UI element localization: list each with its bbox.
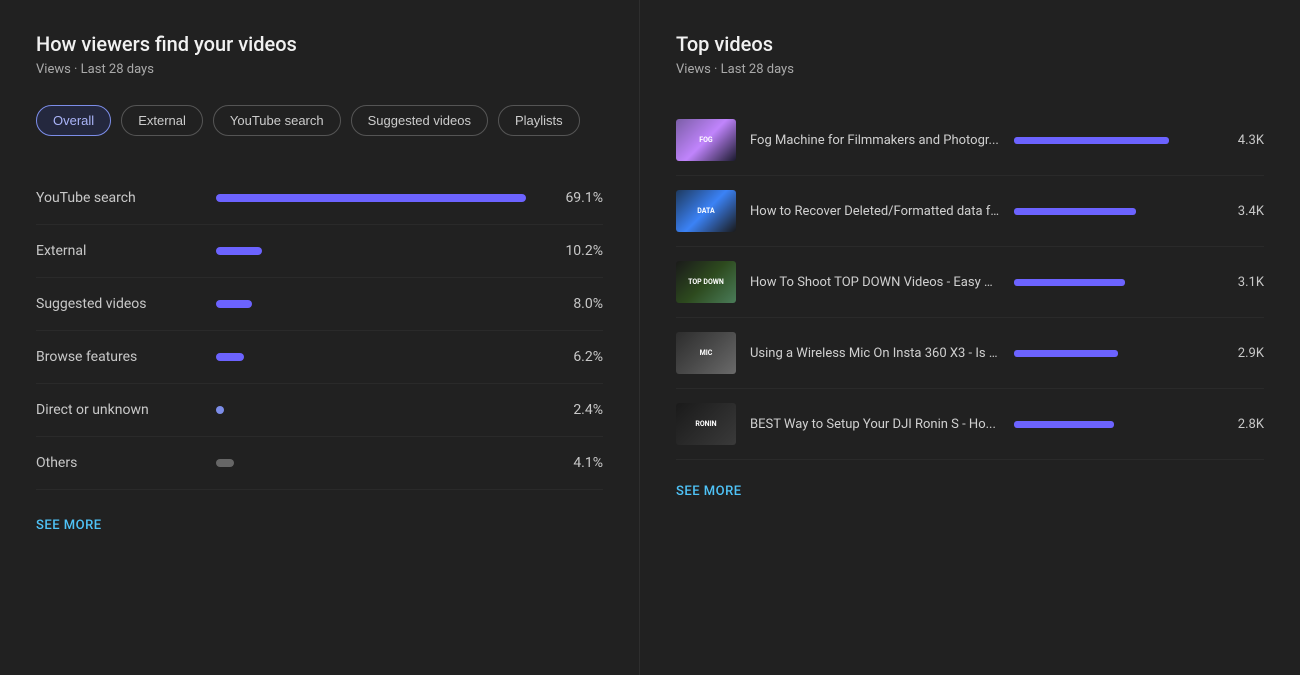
- right-panel-subtitle: Views · Last 28 days: [676, 62, 1264, 77]
- video-count-3: 2.9K: [1219, 346, 1264, 361]
- video-count-1: 3.4K: [1219, 204, 1264, 219]
- metric-percent-5: 4.1%: [553, 455, 603, 471]
- video-bar-container-0: [1014, 137, 1205, 144]
- metric-label-2: Suggested videos: [36, 296, 216, 312]
- metric-percent-1: 10.2%: [553, 243, 603, 259]
- left-panel: How viewers find your videos Views · Las…: [0, 0, 640, 675]
- video-thumb-0: FOG: [676, 119, 736, 161]
- video-bar-0: [1014, 137, 1169, 144]
- main-container: How viewers find your videos Views · Las…: [0, 0, 1300, 675]
- right-see-more[interactable]: SEE MORE: [676, 484, 1264, 499]
- video-row-4[interactable]: RONIN BEST Way to Setup Your DJI Ronin S …: [676, 389, 1264, 460]
- tab-suggested-videos[interactable]: Suggested videos: [351, 105, 488, 136]
- metric-label-3: Browse features: [36, 349, 216, 365]
- video-title-4: BEST Way to Setup Your DJI Ronin S - Ho.…: [750, 417, 1000, 432]
- video-row-1[interactable]: DATA How to Recover Deleted/Formatted dat…: [676, 176, 1264, 247]
- metric-row-4: Direct or unknown 2.4%: [36, 384, 603, 437]
- tab-overall[interactable]: Overall: [36, 105, 111, 136]
- video-title-1: How to Recover Deleted/Formatted data f.…: [750, 204, 1000, 219]
- video-bar-2: [1014, 279, 1125, 286]
- metric-bar-5: [216, 459, 234, 467]
- metric-bar-0: [216, 194, 526, 202]
- metric-list: YouTube search 69.1% External 10.2% Suggeste…: [36, 172, 603, 490]
- metric-label-4: Direct or unknown: [36, 402, 216, 418]
- right-panel-title: Top videos: [676, 32, 1264, 56]
- right-panel: Top videos Views · Last 28 days FOG Fog M…: [640, 0, 1300, 675]
- video-bar-container-4: [1014, 421, 1205, 428]
- video-count-0: 4.3K: [1219, 133, 1264, 148]
- video-bar-container-2: [1014, 279, 1205, 286]
- video-bar-container-1: [1014, 208, 1205, 215]
- tab-external[interactable]: External: [121, 105, 203, 136]
- metric-percent-3: 6.2%: [553, 349, 603, 365]
- metric-label-0: YouTube search: [36, 190, 216, 206]
- tab-playlists[interactable]: Playlists: [498, 105, 580, 136]
- left-see-more[interactable]: SEE MORE: [36, 518, 603, 533]
- metric-bar-2: [216, 300, 252, 308]
- metric-bar-1: [216, 247, 262, 255]
- video-title-0: Fog Machine for Filmmakers and Photogr..…: [750, 133, 1000, 148]
- video-row-0[interactable]: FOG Fog Machine for Filmmakers and Photog…: [676, 105, 1264, 176]
- video-thumb-4: RONIN: [676, 403, 736, 445]
- video-count-2: 3.1K: [1219, 275, 1264, 290]
- video-title-3: Using a Wireless Mic On Insta 360 X3 - I…: [750, 346, 1000, 361]
- video-thumb-1: DATA: [676, 190, 736, 232]
- metric-bar-3: [216, 353, 244, 361]
- video-row-2[interactable]: TOP DOWN How To Shoot TOP DOWN Videos - E…: [676, 247, 1264, 318]
- metric-label-5: Others: [36, 455, 216, 471]
- left-panel-subtitle: Views · Last 28 days: [36, 62, 603, 77]
- metric-row-3: Browse features 6.2%: [36, 331, 603, 384]
- metric-row-2: Suggested videos 8.0%: [36, 278, 603, 331]
- filter-tabs: Overall External YouTube search Suggested v…: [36, 105, 603, 136]
- metric-row-5: Others 4.1%: [36, 437, 603, 490]
- video-title-2: How To Shoot TOP DOWN Videos - Easy D...: [750, 275, 1000, 290]
- metric-bar-container-4: [216, 406, 553, 414]
- video-row-3[interactable]: MIC Using a Wireless Mic On Insta 360 X3 …: [676, 318, 1264, 389]
- metric-bar-container-3: [216, 353, 553, 361]
- video-thumb-2: TOP DOWN: [676, 261, 736, 303]
- metric-bar-container-1: [216, 247, 553, 255]
- metric-row-1: External 10.2%: [36, 225, 603, 278]
- metric-percent-4: 2.4%: [553, 402, 603, 418]
- metric-percent-0: 69.1%: [553, 190, 603, 206]
- tab-youtube-search[interactable]: YouTube search: [213, 105, 341, 136]
- video-bar-4: [1014, 421, 1114, 428]
- metric-bar-container-5: [216, 459, 553, 467]
- metric-label-1: External: [36, 243, 216, 259]
- metric-row-0: YouTube search 69.1%: [36, 172, 603, 225]
- metric-bar-4: [216, 406, 224, 414]
- metric-bar-container-0: [216, 194, 553, 202]
- metric-bar-container-2: [216, 300, 553, 308]
- video-thumb-3: MIC: [676, 332, 736, 374]
- metric-percent-2: 8.0%: [553, 296, 603, 312]
- video-bar-1: [1014, 208, 1136, 215]
- video-count-4: 2.8K: [1219, 417, 1264, 432]
- video-bar-container-3: [1014, 350, 1205, 357]
- video-list: FOG Fog Machine for Filmmakers and Photog…: [676, 105, 1264, 460]
- left-panel-title: How viewers find your videos: [36, 32, 603, 56]
- video-bar-3: [1014, 350, 1118, 357]
